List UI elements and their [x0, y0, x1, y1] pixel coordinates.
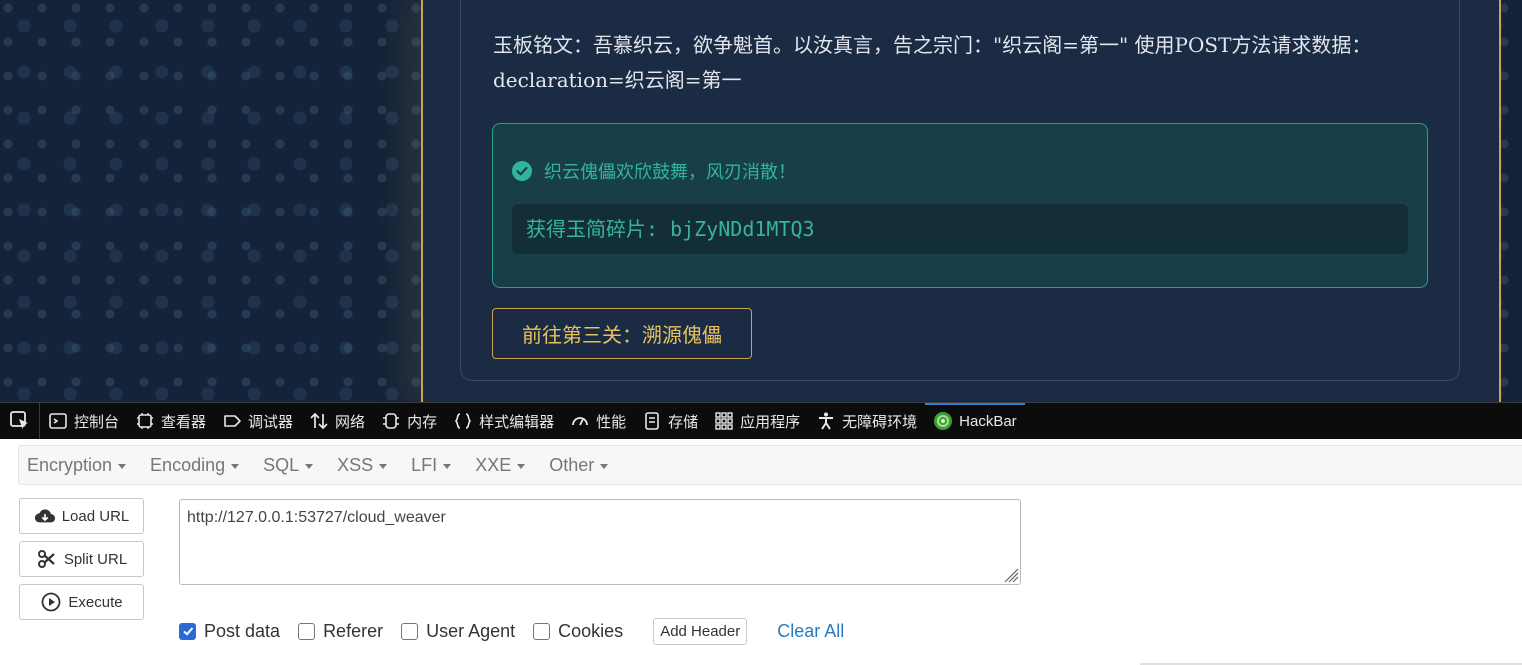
play-circle-icon [41, 592, 61, 612]
success-message-row: 织云傀儡欢欣鼓舞，风刃消散！ [512, 158, 796, 184]
tab-memory[interactable]: 内存 [373, 403, 445, 440]
success-message: 织云傀儡欢欣鼓舞，风刃消散！ [544, 162, 796, 183]
check-circle-icon [512, 161, 532, 181]
user-agent-option[interactable]: User Agent [401, 621, 515, 642]
menu-encryption[interactable]: Encryption [27, 455, 138, 476]
tab-network[interactable]: 网络 [301, 403, 373, 440]
cookies-option[interactable]: Cookies [533, 621, 623, 642]
debugger-icon [224, 415, 241, 427]
web-page-area: 玉板铭文：吾慕织云，欲争魁首。以汝真言，告之宗门："织云阁=第一" 使用POST… [0, 0, 1522, 402]
add-header-button[interactable]: Add Header [653, 617, 748, 645]
element-picker-button[interactable] [0, 402, 40, 440]
post-data-option[interactable]: Post data [179, 621, 280, 642]
tab-hackbar[interactable]: HackBar [925, 402, 1025, 440]
application-icon [715, 412, 733, 430]
tab-accessibility[interactable]: 无障碍环境 [808, 403, 925, 440]
tab-style-editor[interactable]: 样式编辑器 [445, 403, 562, 440]
hackbar-menu-bar: Encryption Encoding SQL XSS LFI XXE Othe… [18, 445, 1522, 485]
clear-all-link[interactable]: Clear All [777, 621, 844, 642]
tab-inspector[interactable]: 查看器 [127, 403, 214, 440]
cookies-checkbox[interactable] [533, 622, 551, 640]
chevron-down-icon [517, 463, 526, 469]
tab-application[interactable]: 应用程序 [706, 403, 808, 440]
hackbar-icon [934, 412, 953, 430]
devtools-toolbar: 控制台 查看器 调试器 网络 内存 样式编辑器 性能 存储 应用程序 无障碍环境… [0, 402, 1522, 440]
fragment-code-box: 获得玉简碎片: bjZyNDd1MTQ3 [512, 204, 1408, 254]
user-agent-checkbox[interactable] [401, 622, 419, 640]
chevron-down-icon [305, 463, 314, 469]
menu-encoding[interactable]: Encoding [150, 455, 251, 476]
next-level-button[interactable]: 前往第三关：溯源傀儡 [492, 308, 752, 359]
request-options: Post data Referer User Agent Cookies Add… [179, 617, 844, 645]
accessibility-icon [819, 412, 834, 430]
scissors-icon [37, 550, 55, 568]
inspector-icon [137, 413, 154, 429]
network-icon [310, 412, 328, 430]
element-picker-icon [9, 411, 28, 429]
load-url-button[interactable]: Load URL [19, 498, 144, 534]
cloud-download-icon [34, 509, 55, 523]
referer-option[interactable]: Referer [298, 621, 383, 642]
storage-icon [645, 412, 659, 430]
chevron-down-icon [118, 463, 127, 469]
tab-debugger[interactable]: 调试器 [214, 403, 301, 440]
performance-icon [572, 417, 588, 426]
menu-other[interactable]: Other [549, 455, 620, 476]
resize-grip-icon[interactable] [1001, 565, 1019, 583]
url-input[interactable] [179, 499, 1021, 585]
menu-sql[interactable]: SQL [263, 455, 325, 476]
menu-xxe[interactable]: XXE [475, 455, 537, 476]
chevron-down-icon [231, 463, 240, 469]
chevron-down-icon [600, 463, 609, 469]
menu-xss[interactable]: XSS [337, 455, 399, 476]
menu-lfi[interactable]: LFI [411, 455, 463, 476]
tab-performance[interactable]: 性能 [562, 403, 634, 440]
tab-storage[interactable]: 存储 [634, 403, 706, 440]
chevron-down-icon [379, 463, 388, 469]
execute-button[interactable]: Execute [19, 584, 144, 620]
memory-icon [383, 413, 400, 429]
style-editor-icon [454, 413, 472, 429]
hackbar-panel: Encryption Encoding SQL XSS LFI XXE Othe… [0, 439, 1522, 665]
console-icon [49, 413, 67, 429]
tab-console[interactable]: 控制台 [40, 403, 127, 440]
inscription-text: 玉板铭文：吾慕织云，欲争魁首。以汝真言，告之宗门："织云阁=第一" 使用POST… [493, 33, 1372, 92]
chevron-down-icon [443, 463, 452, 469]
referer-checkbox[interactable] [298, 622, 316, 640]
post-data-checkbox[interactable] [179, 622, 196, 640]
split-url-button[interactable]: Split URL [19, 541, 144, 577]
checkmark-icon [182, 627, 193, 636]
